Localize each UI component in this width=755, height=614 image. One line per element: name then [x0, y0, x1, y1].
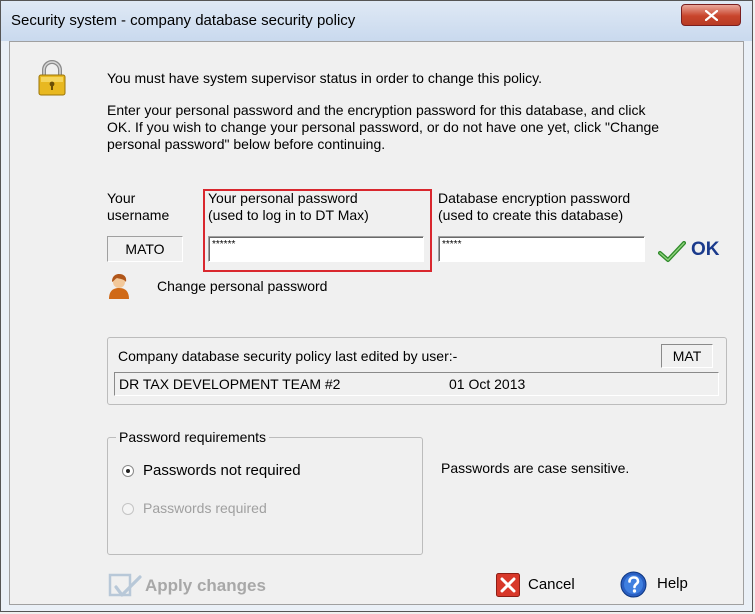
cancel-x-icon [496, 573, 520, 597]
db-password-label-line-1: Database encryption password [438, 190, 631, 206]
personal-password-input[interactable]: ****** [208, 236, 424, 262]
username-label-line-1: Your [107, 190, 136, 206]
radio-indicator [122, 503, 134, 515]
security-policy-dialog: Security system - company database secur… [0, 0, 753, 612]
last-edited-label: Company database security policy last ed… [118, 348, 458, 364]
last-edited-panel: Company database security policy last ed… [107, 337, 727, 405]
last-edited-user-code: MAT [661, 344, 713, 368]
personal-password-label-line-2: (used to log in to DT Max) [208, 207, 369, 223]
db-password-label-line-2: (used to create this database) [438, 207, 624, 223]
password-requirements-group: Password requirements Passwords not requ… [107, 429, 423, 555]
help-label: Help [657, 575, 688, 592]
apply-changes-button[interactable]: Apply changes [107, 570, 317, 600]
username-field: MATO [107, 236, 183, 262]
last-edited-date: 01 Oct 2013 [449, 376, 526, 392]
ok-button[interactable]: OK [658, 238, 740, 264]
cancel-button[interactable]: Cancel [496, 572, 606, 598]
radio-passwords-not-required[interactable]: Passwords not required [122, 462, 322, 482]
window-title: Security system - company database secur… [11, 12, 356, 29]
radio-label: Passwords required [143, 500, 267, 516]
db-password-input[interactable]: ***** [438, 236, 645, 262]
apply-icon [108, 573, 142, 597]
username-label-line-2: username [107, 207, 170, 223]
last-edited-user-row: DR TAX DEVELOPMENT TEAM #2 01 Oct 2013 [114, 372, 719, 396]
user-icon [109, 274, 129, 299]
change-password-label: Change personal password [157, 278, 328, 294]
radio-passwords-required[interactable]: Passwords required [122, 500, 322, 520]
radio-label: Passwords not required [143, 462, 301, 479]
supervisor-note: You must have system supervisor status i… [107, 70, 542, 86]
instructions-line-3: personal password" below before continui… [107, 136, 386, 152]
dialog-body: You must have system supervisor status i… [9, 41, 744, 605]
change-password-link[interactable]: Change personal password [107, 273, 367, 301]
close-x-icon [705, 10, 718, 21]
case-sensitive-note: Passwords are case sensitive. [441, 460, 630, 476]
ok-label: OK [691, 239, 720, 260]
password-requirements-label: Password requirements [116, 429, 270, 445]
close-button[interactable] [681, 4, 741, 26]
help-button[interactable]: Help [620, 570, 720, 598]
apply-changes-label: Apply changes [145, 576, 266, 595]
help-icon [620, 571, 647, 598]
personal-password-label-line-1: Your personal password [208, 190, 358, 206]
radio-indicator [122, 465, 134, 477]
padlock-icon [38, 60, 66, 96]
last-edited-user-name: DR TAX DEVELOPMENT TEAM #2 [119, 376, 341, 392]
cancel-label: Cancel [528, 576, 575, 593]
title-bar[interactable]: Security system - company database secur… [1, 1, 752, 41]
instructions-line-1: Enter your personal password and the enc… [107, 102, 646, 118]
instructions-line-2: OK. If you wish to change your personal … [107, 119, 660, 135]
checkmark-icon [658, 241, 686, 262]
